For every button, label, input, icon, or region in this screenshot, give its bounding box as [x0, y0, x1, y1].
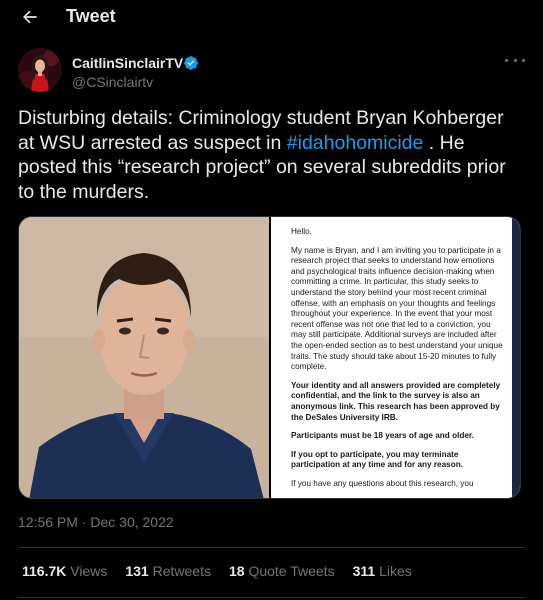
tweet-author: CaitlinSinclairTV @CSinclairtv [18, 48, 525, 98]
tweet-text: Disturbing details: Criminology student … [18, 106, 518, 204]
author-name[interactable]: CaitlinSinclairTV [72, 55, 183, 71]
doc-paragraph: If you opt to participate, you may termi… [291, 449, 463, 470]
doc-paragraph: My name is Bryan, and I am inviting you … [291, 245, 503, 372]
divider [18, 547, 525, 548]
top-bar: Tweet [0, 0, 543, 36]
more-options-button[interactable] [505, 53, 525, 67]
document-text: Hello, My name is Bryan, and I am inviti… [291, 227, 505, 497]
doc-paragraph: If you have any questions about this res… [291, 478, 474, 488]
likes-stat[interactable]: 311 Likes [353, 563, 412, 581]
avatar[interactable] [18, 48, 62, 92]
suspect-photo[interactable] [19, 217, 269, 498]
views-stat[interactable]: 116.7K Views [22, 563, 107, 581]
document-edge [512, 217, 520, 498]
author-handle[interactable]: @CSinclairtv [72, 74, 153, 90]
quote-tweets-stat[interactable]: 18 Quote Tweets [229, 563, 335, 581]
retweets-stat[interactable]: 131 Retweets [125, 563, 211, 581]
tweet-media: Hello, My name is Bryan, and I am inviti… [18, 216, 521, 499]
divider [18, 597, 525, 598]
doc-greeting: Hello, [291, 227, 312, 236]
tweet-stats: 116.7K Views 131 Retweets 18 Quote Tweet… [22, 563, 412, 581]
page-title: Tweet [66, 6, 116, 26]
doc-paragraph: Participants must be 18 years of age and… [291, 431, 474, 441]
tweet-timestamp[interactable]: 12:56 PM · Dec 30, 2022 [18, 514, 174, 530]
hashtag-link[interactable]: #idahohomicide [287, 132, 424, 154]
more-horizontal-icon [505, 58, 508, 62]
back-button[interactable] [18, 4, 42, 30]
research-document-image[interactable]: Hello, My name is Bryan, and I am inviti… [271, 217, 520, 498]
verified-badge-icon [184, 56, 198, 70]
doc-paragraph: Your identity and all answers provided a… [291, 380, 501, 422]
arrow-left-icon [23, 10, 37, 24]
